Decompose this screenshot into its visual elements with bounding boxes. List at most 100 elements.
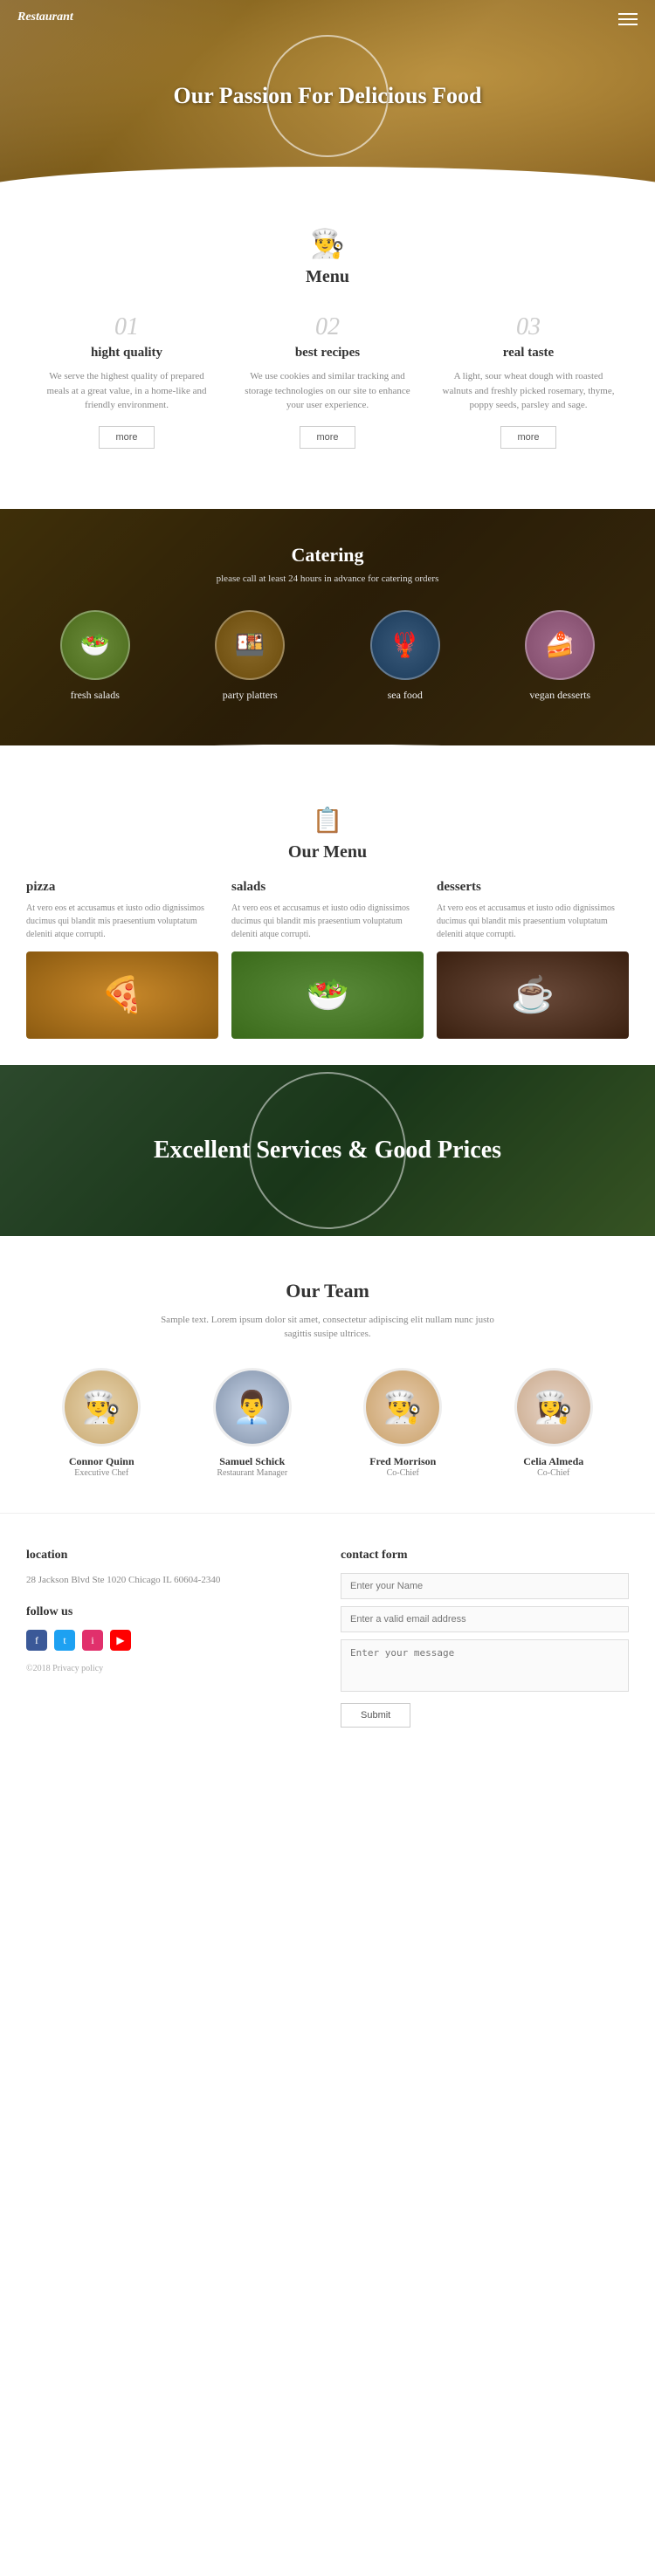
catering-label-vegan: vegan desserts: [525, 689, 595, 702]
desserts-image: ☕: [437, 951, 629, 1039]
social-icons-group: f t i ▶: [26, 1630, 314, 1651]
facebook-icon[interactable]: f: [26, 1630, 47, 1651]
member-1-name: Connor Quinn: [62, 1455, 141, 1468]
instagram-icon[interactable]: i: [82, 1630, 103, 1651]
catering-circle-seafood: 🦞: [370, 610, 440, 680]
desserts-text: At vero eos et accusamus et iusto odio d…: [437, 902, 629, 941]
catering-title: Catering: [17, 544, 638, 567]
follow-section: follow us f t i ▶: [26, 1605, 314, 1651]
catering-item-vegan: 🍰 vegan desserts: [525, 610, 595, 702]
hero-section: Restaurant Our Passion For Delicious Foo…: [0, 0, 655, 192]
logo-text: Restaurant: [17, 10, 73, 24]
chef-icon: 👨‍🍳: [0, 227, 655, 260]
services-circle-decoration: [249, 1072, 406, 1229]
catering-wave-top: [0, 484, 655, 510]
hero-title: Our Passion For Delicious Food: [174, 82, 482, 109]
footer-right: contact form Submit: [341, 1549, 629, 1728]
menu-columns: 01 hight quality We serve the highest qu…: [0, 287, 655, 457]
col-1-heading: hight quality: [39, 346, 214, 361]
copyright: ©2018 Privacy policy: [26, 1664, 314, 1673]
team-member-2: 👨‍💼 Samuel Schick Restaurant Manager: [213, 1368, 292, 1478]
avatar-connor: 👨‍🍳: [62, 1368, 141, 1446]
col-1-more-button[interactable]: more: [99, 426, 154, 449]
hero-content: Our Passion For Delicious Food: [174, 82, 482, 109]
avatar-celia: 👩‍🍳: [514, 1368, 593, 1446]
avatar-fred: 👨‍🍳: [363, 1368, 442, 1446]
salads-title: salads: [231, 880, 424, 895]
follow-heading: follow us: [26, 1605, 314, 1619]
avatar-samuel: 👨‍💼: [213, 1368, 292, 1446]
location-heading: location: [26, 1549, 314, 1563]
catering-items: 🥗 fresh salads 🍱 party platters 🦞 sea fo…: [17, 610, 638, 702]
catering-label-seafood: sea food: [370, 689, 440, 702]
vegan-icon: 🍰: [527, 612, 593, 678]
logo: Restaurant: [17, 10, 73, 24]
pizza-image: 🍕: [26, 951, 218, 1039]
avatar-samuel-icon: 👨‍💼: [216, 1370, 289, 1444]
catering-item-seafood: 🦞 sea food: [370, 610, 440, 702]
catering-item-platters: 🍱 party platters: [215, 610, 285, 702]
twitter-icon[interactable]: t: [54, 1630, 75, 1651]
contact-heading: contact form: [341, 1549, 629, 1563]
pizza-title: pizza: [26, 880, 218, 895]
member-2-role: Restaurant Manager: [213, 1468, 292, 1478]
salads-image: 🥗: [231, 951, 424, 1039]
catering-circle-platters: 🍱: [215, 610, 285, 680]
member-4-role: Co-Chief: [514, 1468, 593, 1478]
salads-text: At vero eos et accusamus et iusto odio d…: [231, 902, 424, 941]
desserts-emoji: ☕: [437, 951, 629, 1039]
youtube-icon[interactable]: ▶: [110, 1630, 131, 1651]
pizza-emoji: 🍕: [26, 951, 218, 1039]
avatar-celia-icon: 👩‍🍳: [517, 1370, 590, 1444]
footer: location 28 Jackson Blvd Ste 1020 Chicag…: [0, 1513, 655, 1762]
location-address: 28 Jackson Blvd Ste 1020 Chicago IL 6060…: [26, 1573, 314, 1589]
col-1-num: 01: [39, 313, 214, 341]
col-2-heading: best recipes: [240, 346, 415, 361]
platters-icon: 🍱: [217, 612, 283, 678]
catering-item-salads: 🥗 fresh salads: [60, 610, 130, 702]
member-4-name: Celia Almeda: [514, 1455, 593, 1468]
col-3-num: 03: [441, 313, 616, 341]
services-section: Excellent Services & Good Prices: [0, 1065, 655, 1236]
member-3-name: Fred Morrison: [363, 1455, 442, 1468]
col-3-text: A light, sour wheat dough with roasted w…: [441, 369, 616, 413]
team-section: Our Team Sample text. Lorem ipsum dolor …: [0, 1236, 655, 1513]
contact-message-input[interactable]: [341, 1639, 629, 1692]
footer-left: location 28 Jackson Blvd Ste 1020 Chicag…: [26, 1549, 314, 1728]
team-member-3: 👨‍🍳 Fred Morrison Co-Chief: [363, 1368, 442, 1478]
member-2-name: Samuel Schick: [213, 1455, 292, 1468]
catering-section: Catering please call at least 24 hours i…: [0, 509, 655, 745]
menu-card-desserts: desserts At vero eos et accusamus et ius…: [437, 880, 629, 1039]
col-3-more-button[interactable]: more: [500, 426, 555, 449]
col-2-more-button[interactable]: more: [300, 426, 355, 449]
our-menu-section: 📋 Our Menu pizza At vero eos et accusamu…: [0, 771, 655, 1065]
menu-col-3: 03 real taste A light, sour wheat dough …: [428, 313, 629, 449]
col-2-text: We use cookies and similar tracking and …: [240, 369, 415, 413]
menu-card-pizza: pizza At vero eos et accusamus et iusto …: [26, 880, 218, 1039]
menu-card-salads: salads At vero eos et accusamus et iusto…: [231, 880, 424, 1039]
team-title: Our Team: [26, 1280, 629, 1302]
catering-subtitle: please call at least 24 hours in advance…: [17, 574, 638, 584]
avatar-fred-icon: 👨‍🍳: [366, 1370, 439, 1444]
salads-emoji: 🥗: [231, 951, 424, 1039]
menu-col-2: 02 best recipes We use cookies and simil…: [227, 313, 428, 449]
catering-label-salads: fresh salads: [60, 689, 130, 702]
menu-col-1: 01 hight quality We serve the highest qu…: [26, 313, 227, 449]
menu-intro-title: Menu: [0, 267, 655, 287]
catering-wave-bottom: [0, 745, 655, 771]
seafood-icon: 🦞: [372, 612, 438, 678]
catering-circle-salads: 🥗: [60, 610, 130, 680]
desserts-title: desserts: [437, 880, 629, 895]
avatar-connor-icon: 👨‍🍳: [65, 1370, 138, 1444]
contact-name-input[interactable]: [341, 1573, 629, 1599]
catering-label-platters: party platters: [215, 689, 285, 702]
catering-circle-vegan: 🍰: [525, 610, 595, 680]
menu-book-icon: 📋: [26, 806, 629, 835]
member-1-role: Executive Chef: [62, 1468, 141, 1478]
menu-grid: pizza At vero eos et accusamus et iusto …: [26, 880, 629, 1039]
submit-button[interactable]: Submit: [341, 1703, 410, 1728]
contact-email-input[interactable]: [341, 1606, 629, 1632]
team-member-4: 👩‍🍳 Celia Almeda Co-Chief: [514, 1368, 593, 1478]
member-3-role: Co-Chief: [363, 1468, 442, 1478]
hamburger-menu-icon[interactable]: [618, 13, 638, 25]
